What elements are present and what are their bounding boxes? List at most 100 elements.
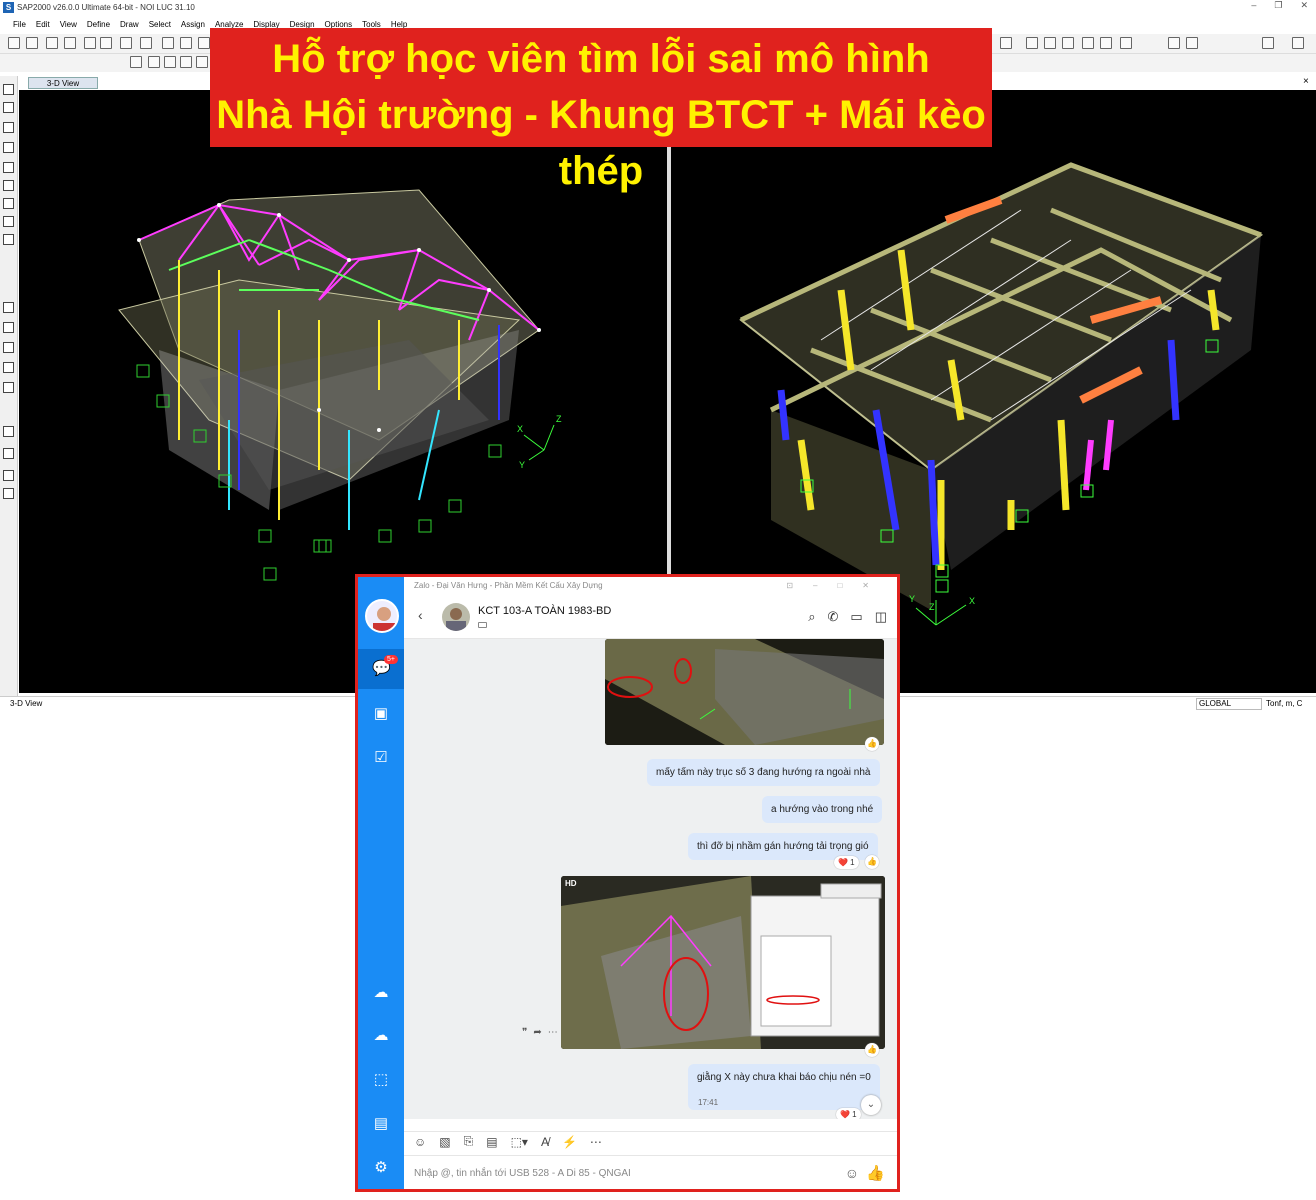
draw-quick-icon[interactable] — [196, 56, 208, 68]
emoji-icon[interactable]: ☺ — [845, 1165, 859, 1181]
tag-icon[interactable] — [478, 622, 487, 628]
sticker-icon[interactable]: ☺ — [414, 1135, 426, 1149]
video-call-icon[interactable]: ▭ — [850, 609, 862, 625]
minimize-icon[interactable]: – — [1251, 0, 1256, 11]
image-message[interactable] — [605, 639, 884, 745]
select-prev-icon[interactable] — [3, 448, 14, 459]
undo-icon[interactable] — [84, 37, 96, 49]
maximize-icon[interactable]: ❐ — [1274, 0, 1282, 11]
show-all-icon[interactable] — [1120, 37, 1132, 49]
draw-rect-icon[interactable] — [180, 56, 192, 68]
reshape-icon[interactable] — [3, 102, 14, 113]
zoom-extents-icon[interactable] — [1100, 37, 1112, 49]
quote-icon[interactable]: ❞ — [522, 1027, 533, 1038]
user-avatar[interactable] — [365, 599, 399, 633]
todo-icon[interactable]: ☑ — [372, 749, 390, 767]
print-icon[interactable] — [64, 37, 76, 49]
close-window-icon[interactable]: ✕ — [1300, 0, 1308, 11]
run-analysis-icon[interactable] — [162, 37, 174, 49]
chat-name[interactable]: KCT 103-A TOÀN 1983-BD — [478, 605, 611, 617]
assign-icon[interactable] — [3, 488, 14, 499]
like-icon[interactable]: 👍 — [865, 737, 879, 751]
cloud-sync-icon[interactable]: ☁ — [372, 984, 390, 1002]
screenshot-icon[interactable]: ⬚ — [372, 1071, 390, 1089]
zoom-window-icon[interactable] — [1082, 37, 1094, 49]
draw-area-icon[interactable] — [148, 56, 160, 68]
select-all-side-icon[interactable] — [3, 426, 14, 437]
open-file-icon[interactable] — [26, 37, 38, 49]
snap-perp-icon[interactable] — [3, 362, 14, 373]
forward-icon[interactable]: ➦ — [533, 1027, 547, 1038]
section-icon[interactable] — [1186, 37, 1198, 49]
like-icon[interactable]: 👍 — [865, 855, 879, 869]
snap-ends-icon[interactable] — [3, 322, 14, 333]
thumbs-up-icon[interactable]: 👍 — [866, 1164, 885, 1182]
snap-intersect-icon[interactable] — [3, 342, 14, 353]
image-message[interactable]: HD — [561, 876, 885, 1049]
draw-line-icon[interactable] — [3, 142, 14, 153]
search-icon[interactable]: ⌕ — [808, 609, 815, 625]
menu-draw[interactable]: Draw — [115, 18, 144, 32]
zalo-window-controls[interactable]: ⊡–□✕ — [786, 577, 889, 595]
sidebar-toggle-icon[interactable]: ◫ — [875, 609, 887, 625]
redo-icon[interactable] — [100, 37, 112, 49]
draw-shell-icon[interactable] — [3, 216, 14, 227]
draw-poly-icon[interactable] — [164, 56, 176, 68]
draw-grid-icon[interactable] — [3, 198, 14, 209]
draw-cable-icon[interactable] — [3, 162, 14, 173]
draw-solid-icon[interactable] — [3, 234, 14, 245]
run-step-icon[interactable] — [180, 37, 192, 49]
menu-select[interactable]: Select — [144, 18, 176, 32]
menu-define[interactable]: Define — [82, 18, 115, 32]
screenshot-tool-icon[interactable]: ⬚▾ — [511, 1135, 528, 1149]
format-text-icon[interactable]: A̸ — [541, 1135, 549, 1149]
save-icon[interactable] — [46, 37, 58, 49]
pointer-icon[interactable] — [3, 84, 14, 95]
snap-lines-icon[interactable] — [3, 382, 14, 393]
cloud-icon[interactable]: ☁ — [372, 1027, 390, 1045]
select-all-icon[interactable] — [1062, 37, 1074, 49]
zoom-icon[interactable] — [198, 37, 210, 49]
select-intersect-icon[interactable] — [1044, 37, 1056, 49]
group-avatar[interactable] — [442, 603, 470, 631]
message-input[interactable]: Nhập @, tin nhắn tới USB 528 - A Di 85 -… — [404, 1155, 897, 1189]
quick-message-icon[interactable]: ⚡ — [562, 1135, 577, 1149]
heart-reaction[interactable]: ❤️ 1 — [834, 856, 859, 869]
draw-joint-icon[interactable] — [3, 122, 14, 133]
pencil-icon[interactable] — [120, 37, 132, 49]
more-icon[interactable]: ⋯ — [548, 1027, 564, 1038]
image-icon[interactable]: ▧ — [439, 1135, 450, 1149]
display-options-icon[interactable] — [1292, 37, 1304, 49]
back-arrow-icon[interactable]: ‹ — [418, 607, 423, 623]
contacts-icon[interactable]: ▣ — [372, 705, 390, 723]
frame-icon[interactable] — [1168, 37, 1180, 49]
heart-reaction[interactable]: ❤️ 1 — [836, 1108, 861, 1119]
close-view-icon[interactable]: × — [1303, 76, 1309, 87]
attach-icon[interactable]: ⎘ — [464, 1134, 474, 1149]
text-icon[interactable] — [1262, 37, 1274, 49]
menu-view[interactable]: View — [55, 18, 82, 32]
coord-system-select[interactable]: GLOBAL — [1196, 698, 1262, 710]
menu-file[interactable]: File — [8, 18, 31, 32]
call-icon[interactable]: ✆ — [828, 609, 839, 625]
snap-points-icon[interactable] — [3, 302, 14, 313]
draw-frame-icon[interactable] — [130, 56, 142, 68]
units-select[interactable]: Tonf, m, C — [1266, 699, 1302, 708]
draw-brace-icon[interactable] — [3, 180, 14, 191]
scroll-down-icon[interactable]: ⌄ — [861, 1095, 881, 1115]
toolbox-icon[interactable]: ▤ — [372, 1115, 390, 1133]
clear-selection-icon[interactable] — [3, 470, 14, 481]
menu-edit[interactable]: Edit — [31, 18, 55, 32]
like-icon[interactable]: 👍 — [865, 1043, 879, 1057]
composer-toolbar: ☺ ▧ ⎘ ▤ ⬚▾ A̸ ⚡ ⋯ — [404, 1131, 897, 1151]
lock-icon[interactable] — [140, 37, 152, 49]
contact-card-icon[interactable]: ▤ — [486, 1135, 497, 1149]
snap-icon[interactable] — [1000, 37, 1012, 49]
settings-icon[interactable]: ⚙ — [372, 1159, 390, 1177]
more-options-icon[interactable]: ⋯ — [590, 1135, 602, 1149]
select-window-icon[interactable] — [1026, 37, 1038, 49]
menu-assign[interactable]: Assign — [176, 18, 210, 32]
new-file-icon[interactable] — [8, 37, 20, 49]
tab-3d-view[interactable]: 3-D View — [28, 77, 98, 89]
chat-messages[interactable]: 👍 mấy tấm này trục số 3 đang hướng ra ng… — [404, 639, 897, 1119]
